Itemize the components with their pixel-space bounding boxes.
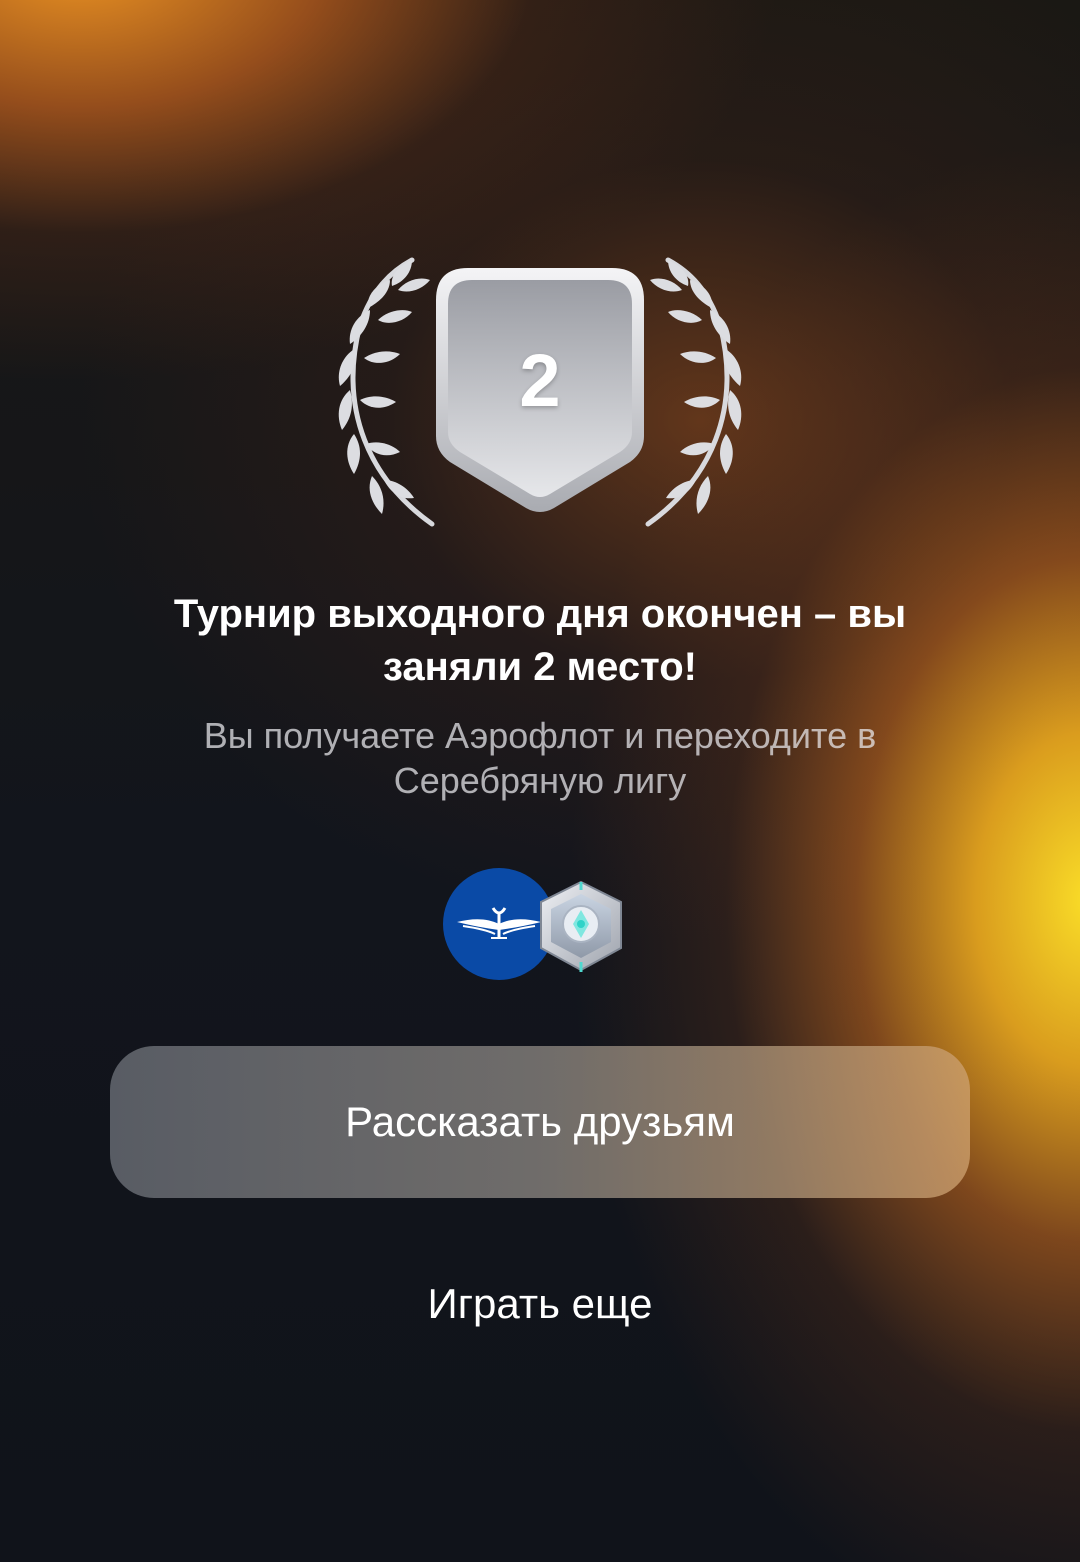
share-with-friends-button[interactable]: Рассказать друзьям: [110, 1046, 970, 1198]
result-subtitle: Вы получаете Аэрофлот и переходите в Сер…: [203, 715, 877, 801]
play-again-button[interactable]: Играть еще: [340, 1272, 740, 1336]
laurel-left-icon: [338, 257, 435, 527]
share-button-label: Рассказать друзьям: [345, 1098, 735, 1145]
tournament-result-screen: 2 Турнир выходного дня окончен – вы заня…: [0, 0, 1080, 1562]
aeroflot-logo-icon: [443, 868, 555, 980]
silver-league-badge-icon: [540, 880, 622, 972]
laurel-right-icon: [645, 257, 742, 527]
place-number: 2: [519, 339, 561, 422]
rewards-row: [443, 868, 622, 980]
result-title: Турнир выходного дня окончен – вы заняли…: [173, 592, 907, 689]
